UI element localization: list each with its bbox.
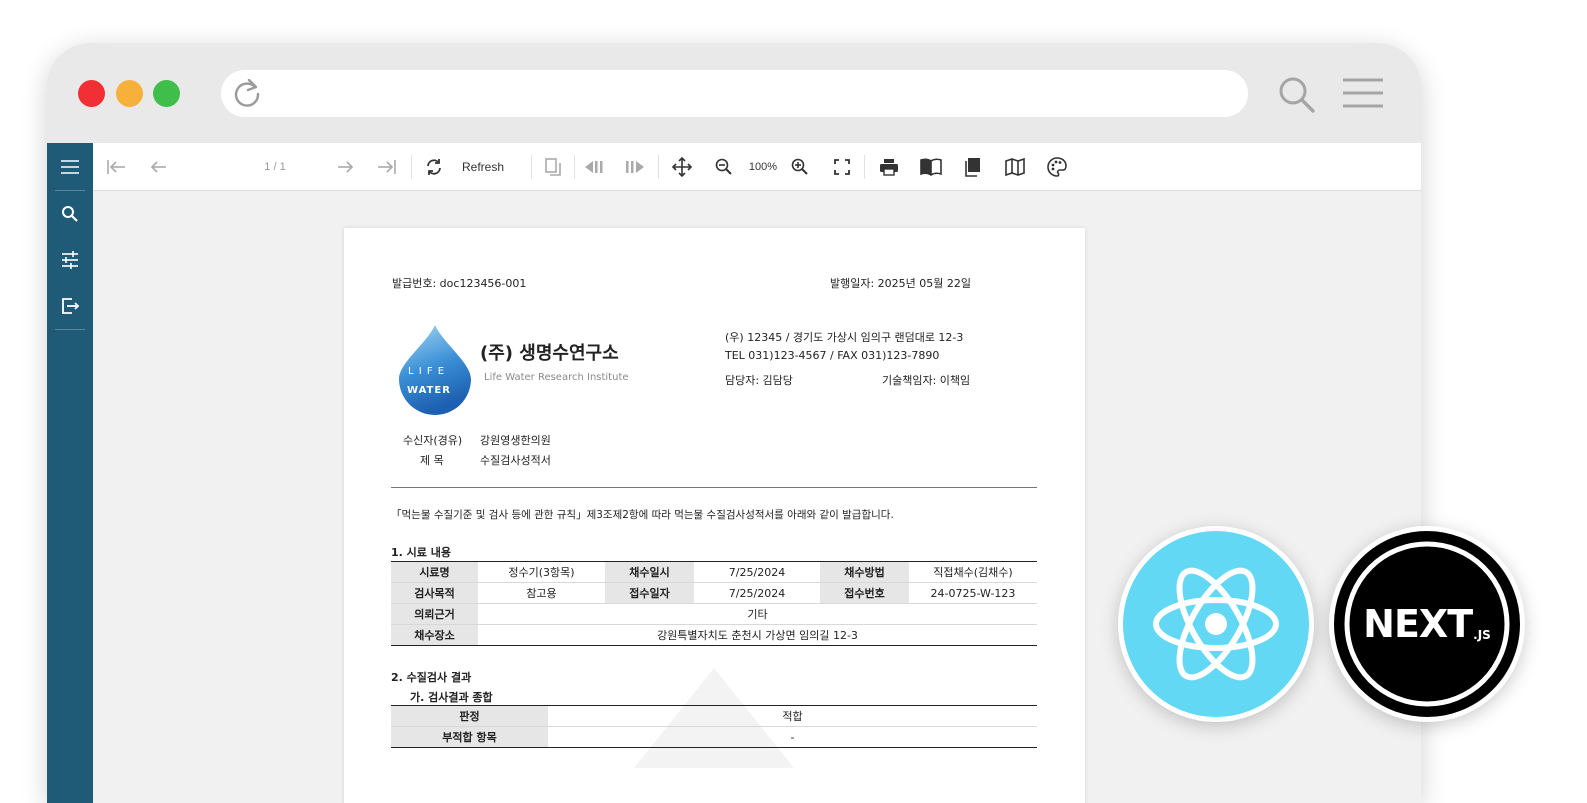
- viewer-toolbar: 1 / 1 Refresh 100%: [93, 143, 1421, 191]
- nextjs-logo-badge: NEXT .JS: [1329, 526, 1525, 722]
- logo-text-water: WATER: [407, 385, 451, 396]
- prev-page-icon[interactable]: [148, 155, 170, 179]
- company-name: (주) 생명수연구소: [480, 343, 619, 364]
- toolbar-divider: [864, 155, 865, 179]
- export-icon[interactable]: [55, 291, 85, 321]
- sample-table: 시료명 정수기(3항목) 채수일시 7/25/2024 채수방법 직접채수(김채…: [391, 561, 1037, 646]
- table-header-cell: 의뢰근거: [391, 603, 478, 625]
- issue-number: 발급번호: doc123456-001: [392, 277, 527, 290]
- toolbar-divider: [658, 155, 659, 179]
- section2-title: 2. 수질검사 결과: [391, 671, 472, 684]
- section1-title: 1. 시료 내용: [391, 546, 451, 559]
- address-bar[interactable]: [221, 70, 1248, 117]
- recipient-label: 수신자(경유): [403, 434, 463, 447]
- table-cell: 강원특별자치도 춘천시 가상면 임의길 12-3: [478, 624, 1037, 646]
- next-page-icon[interactable]: [334, 155, 356, 179]
- table-header-cell: 판정: [391, 705, 548, 727]
- nextjs-suffix: .JS: [1473, 628, 1491, 642]
- logo-text-life: L I F E: [408, 366, 446, 377]
- table-cell: 적합: [548, 705, 1037, 727]
- maximize-window-button[interactable]: [153, 80, 180, 107]
- subject-label: 제 목: [420, 454, 444, 467]
- browser-menu-icon[interactable]: [1341, 77, 1385, 115]
- table-cell: 정수기(3항목): [478, 561, 605, 583]
- zoom-level[interactable]: 100%: [745, 155, 781, 179]
- table-header-cell: 접수번호: [820, 582, 909, 604]
- menu-icon[interactable]: [55, 152, 85, 182]
- table-cell: 7/25/2024: [694, 561, 820, 583]
- toolbar-divider: [411, 155, 412, 179]
- browser-search-icon[interactable]: [1277, 75, 1317, 119]
- copy-icon[interactable]: [542, 155, 564, 179]
- react-icon: [1153, 567, 1279, 681]
- table-row: 검사목적 참고용 접수일자 7/25/2024 접수번호 24-0725-W-1…: [391, 582, 1037, 604]
- table-header-cell: 접수일자: [605, 582, 694, 604]
- print-icon[interactable]: [878, 155, 900, 179]
- table-header-cell: 부적합 항목: [391, 726, 548, 748]
- table-row: 부적합 항목 -: [391, 726, 1037, 748]
- company-tel-fax: TEL 031)123-4567 / FAX 031)123-7890: [725, 349, 940, 362]
- issue-date: 발행일자: 2025년 05월 22일: [830, 277, 972, 290]
- recipient-value: 강원영생한의원: [480, 434, 551, 447]
- refresh-icon[interactable]: [423, 155, 445, 179]
- move-icon[interactable]: [671, 155, 693, 179]
- search-icon[interactable]: [55, 199, 85, 229]
- table-header-cell: 채수장소: [391, 624, 478, 646]
- result-table: 판정 적합 부적합 항목 -: [391, 705, 1037, 748]
- palette-icon[interactable]: [1046, 155, 1068, 179]
- manager: 담당자: 김담당: [725, 374, 793, 387]
- reload-icon[interactable]: [231, 77, 263, 113]
- tech-manager: 기술책임자: 이책임: [882, 374, 971, 387]
- zoom-out-icon[interactable]: [713, 155, 735, 179]
- book-icon[interactable]: [920, 155, 942, 179]
- toolbar-divider: [574, 155, 575, 179]
- table-cell: 참고용: [478, 582, 605, 604]
- section2-subtitle: 가. 검사결과 종합: [410, 691, 493, 704]
- divider: [391, 487, 1037, 488]
- table-cell: 7/25/2024: [694, 582, 820, 604]
- subject-value: 수질검사성적서: [480, 454, 551, 467]
- table-cell: 24-0725-W-123: [909, 582, 1037, 604]
- fullscreen-icon[interactable]: [831, 155, 853, 179]
- table-row: 의뢰근거 기타: [391, 603, 1037, 625]
- first-page-icon[interactable]: [105, 155, 127, 179]
- table-row: 판정 적합: [391, 705, 1037, 727]
- company-name-en: Life Water Research Institute: [484, 372, 629, 383]
- document-icon[interactable]: [962, 155, 984, 179]
- step-back-icon[interactable]: [583, 155, 605, 179]
- table-row: 채수장소 강원특별자치도 춘천시 가상면 임의길 12-3: [391, 624, 1037, 646]
- sidebar-divider: [55, 190, 85, 191]
- minimize-window-button[interactable]: [116, 80, 143, 107]
- intro-text: 「먹는물 수질기준 및 검사 등에 관한 규칙」제3조제2항에 따라 먹는물 수…: [391, 509, 894, 521]
- report-page: 발급번호: doc123456-001 발행일자: 2025년 05월 22일 …: [344, 228, 1085, 803]
- step-forward-icon[interactable]: [624, 155, 646, 179]
- viewer-sidebar: [47, 143, 93, 803]
- react-logo-badge: [1118, 526, 1314, 722]
- last-page-icon[interactable]: [376, 155, 398, 179]
- table-cell: 직접채수(김채수): [909, 561, 1037, 583]
- refresh-button[interactable]: Refresh: [459, 155, 507, 179]
- table-header-cell: 시료명: [391, 561, 478, 583]
- toolbar-divider: [531, 155, 532, 179]
- nextjs-wordmark: NEXT .JS: [1334, 531, 1520, 717]
- table-header-cell: 채수일시: [605, 561, 694, 583]
- map-icon[interactable]: [1004, 155, 1026, 179]
- table-cell: -: [548, 726, 1037, 748]
- close-window-button[interactable]: [78, 80, 105, 107]
- table-row: 시료명 정수기(3항목) 채수일시 7/25/2024 채수방법 직접채수(김채…: [391, 561, 1037, 583]
- sidebar-divider: [55, 329, 85, 330]
- company-address: (우) 12345 / 경기도 가상시 임의구 랜덤대로 12-3: [725, 331, 964, 344]
- zoom-in-icon[interactable]: [789, 155, 811, 179]
- sliders-icon[interactable]: [55, 245, 85, 275]
- table-cell: 기타: [478, 603, 1037, 625]
- page-indicator[interactable]: 1 / 1: [253, 155, 297, 179]
- table-header-cell: 검사목적: [391, 582, 478, 604]
- table-header-cell: 채수방법: [820, 561, 909, 583]
- nextjs-text: NEXT: [1363, 602, 1473, 646]
